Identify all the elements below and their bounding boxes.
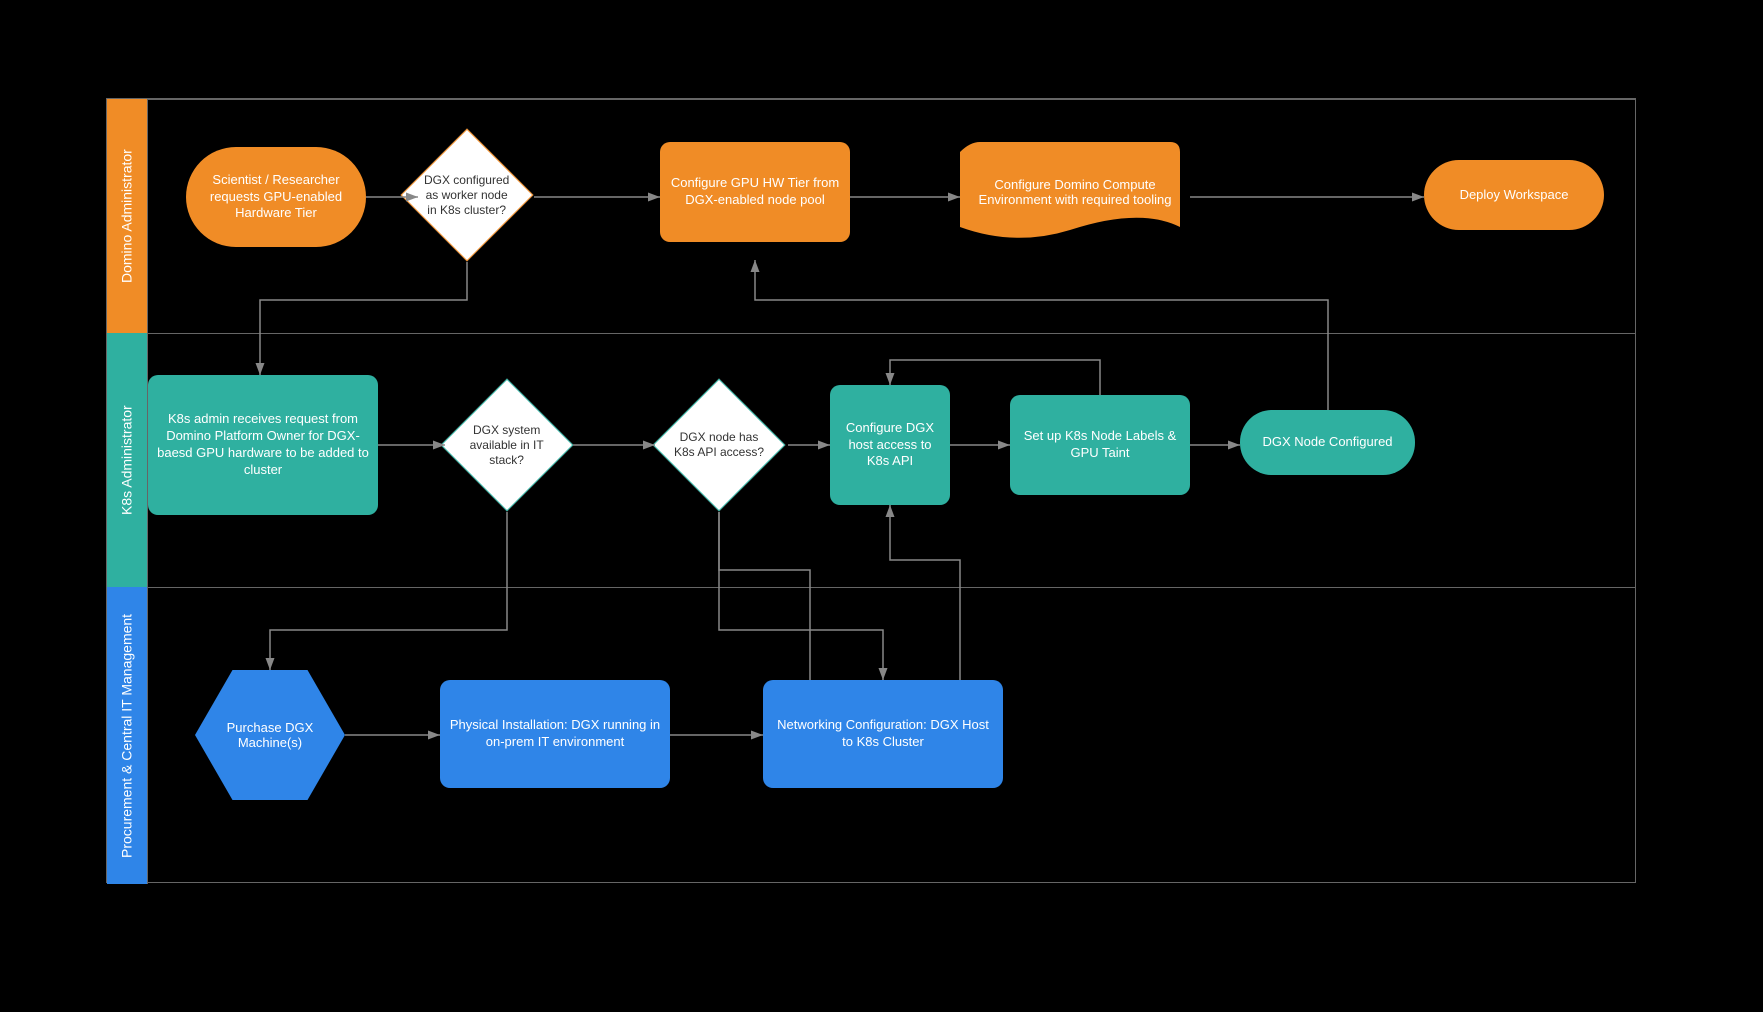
node-start: Scientist / Researcher requests GPU-enab…	[186, 147, 366, 247]
node-setup-labels: Set up K8s Node Labels & GPU Taint	[1010, 395, 1190, 495]
node-dgx-configured: DGX Node Configured	[1240, 410, 1415, 475]
node-deploy-workspace: Deploy Workspace	[1424, 160, 1604, 230]
lane-header-domino: Domino Administrator	[107, 99, 147, 333]
decision-dgx-configured-label: DGX configured as worker node in K8s clu…	[421, 173, 513, 218]
lane-body-domino	[147, 99, 1635, 333]
decision-dgx-available-label: DGX system available in IT stack?	[461, 423, 553, 468]
node-configure-dgx-host: Configure DGX host access to K8s API	[830, 385, 950, 505]
decision-dgx-api-access-label: DGX node has K8s API access?	[673, 430, 765, 460]
lane-header-it: Procurement & Central IT Management	[107, 587, 147, 884]
node-configure-gpu-tier: Configure GPU HW Tier from DGX-enabled n…	[660, 142, 850, 242]
node-install-dgx: Physical Installation: DGX running in on…	[440, 680, 670, 788]
lane-header-k8s: K8s Administrator	[107, 333, 147, 587]
node-k8s-request: K8s admin receives request from Domino P…	[148, 375, 378, 515]
node-network-config: Networking Configuration: DGX Host to K8…	[763, 680, 1003, 788]
